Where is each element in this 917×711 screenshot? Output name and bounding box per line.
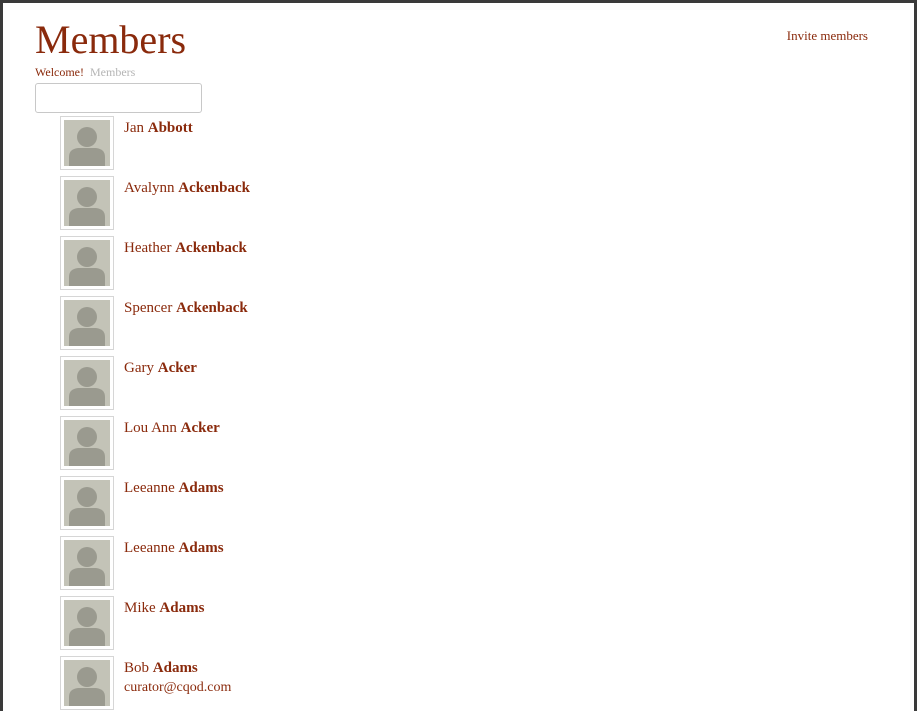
member-first-name: Heather bbox=[124, 240, 172, 256]
default-user-icon bbox=[64, 120, 110, 166]
member-avatar[interactable] bbox=[60, 116, 114, 170]
member-list: Jan Abbott Avalynn Ackenback Heather Acken… bbox=[60, 116, 560, 711]
member-avatar[interactable] bbox=[60, 356, 114, 410]
member-last-name: Adams bbox=[178, 540, 224, 556]
member-avatar[interactable] bbox=[60, 296, 114, 350]
member-last-name: Adams bbox=[178, 480, 224, 496]
default-user-icon bbox=[64, 540, 110, 586]
default-user-icon bbox=[64, 600, 110, 646]
member-first-name: Gary bbox=[124, 360, 154, 376]
page-title: Members bbox=[35, 17, 187, 62]
member-list-item: Bob Adams curator@cqod.com bbox=[60, 656, 560, 711]
member-list-item: Leeanne Adams bbox=[60, 476, 560, 536]
browser-viewport: Members Invite members Welcome! Members … bbox=[0, 0, 917, 711]
default-user-icon bbox=[64, 360, 110, 406]
member-first-name: Bob bbox=[124, 660, 150, 676]
member-list-item: Spencer Ackenback bbox=[60, 296, 560, 356]
member-first-name: Jan bbox=[124, 120, 144, 136]
member-list-item: Leeanne Adams bbox=[60, 536, 560, 596]
member-list-item: Jan Abbott bbox=[60, 116, 560, 176]
member-name-link[interactable]: Heather Ackenback bbox=[124, 240, 247, 257]
member-avatar[interactable] bbox=[60, 536, 114, 590]
member-last-name: Acker bbox=[180, 420, 220, 436]
member-name-link[interactable]: Jan Abbott bbox=[124, 120, 193, 137]
default-user-icon bbox=[64, 300, 110, 346]
member-name-link[interactable]: Gary Acker bbox=[124, 360, 197, 377]
member-avatar[interactable] bbox=[60, 176, 114, 230]
member-avatar[interactable] bbox=[60, 596, 114, 650]
member-list-item: Lou Ann Acker bbox=[60, 416, 560, 476]
default-user-icon bbox=[64, 180, 110, 226]
member-email: curator@cqod.com bbox=[124, 680, 232, 695]
member-list-item: Heather Ackenback bbox=[60, 236, 560, 296]
member-first-name: Leeanne bbox=[124, 540, 175, 556]
member-last-name: Ackenback bbox=[175, 240, 247, 256]
member-last-name: Abbott bbox=[147, 120, 193, 136]
member-last-name: Ackenback bbox=[178, 180, 250, 196]
member-last-name: Adams bbox=[159, 600, 205, 616]
default-user-icon bbox=[64, 420, 110, 466]
member-name-link[interactable]: Avalynn Ackenback bbox=[124, 180, 250, 197]
member-name-link[interactable]: Spencer Ackenback bbox=[124, 300, 248, 317]
member-last-name: Ackenback bbox=[176, 300, 248, 316]
member-last-name: Acker bbox=[157, 360, 197, 376]
member-avatar[interactable] bbox=[60, 476, 114, 530]
member-name-link[interactable]: Mike Adams bbox=[124, 600, 204, 617]
breadcrumb-home-link[interactable]: Welcome! bbox=[35, 65, 84, 79]
default-user-icon bbox=[64, 660, 110, 706]
member-avatar[interactable] bbox=[60, 236, 114, 290]
member-first-name: Mike bbox=[124, 600, 156, 616]
member-avatar[interactable] bbox=[60, 416, 114, 470]
member-name-link[interactable]: Bob Adams bbox=[124, 660, 198, 677]
default-user-icon bbox=[64, 240, 110, 286]
default-user-icon bbox=[64, 480, 110, 526]
member-first-name: Leeanne bbox=[124, 480, 175, 496]
breadcrumb-current: Members bbox=[90, 65, 136, 79]
member-name-link[interactable]: Lou Ann Acker bbox=[124, 420, 220, 437]
search-input[interactable] bbox=[35, 83, 202, 113]
member-last-name: Adams bbox=[152, 660, 198, 676]
invite-members-link[interactable]: Invite members bbox=[787, 28, 868, 44]
member-first-name: Lou Ann bbox=[124, 420, 177, 436]
top-accent-bar bbox=[370, 0, 453, 3]
member-first-name: Avalynn bbox=[124, 180, 175, 196]
member-name-link[interactable]: Leeanne Adams bbox=[124, 480, 224, 497]
member-list-item: Gary Acker bbox=[60, 356, 560, 416]
member-list-item: Avalynn Ackenback bbox=[60, 176, 560, 236]
member-list-item: Mike Adams bbox=[60, 596, 560, 656]
member-first-name: Spencer bbox=[124, 300, 173, 316]
member-name-link[interactable]: Leeanne Adams bbox=[124, 540, 224, 557]
breadcrumb: Welcome! Members bbox=[35, 65, 135, 79]
member-avatar[interactable] bbox=[60, 656, 114, 710]
